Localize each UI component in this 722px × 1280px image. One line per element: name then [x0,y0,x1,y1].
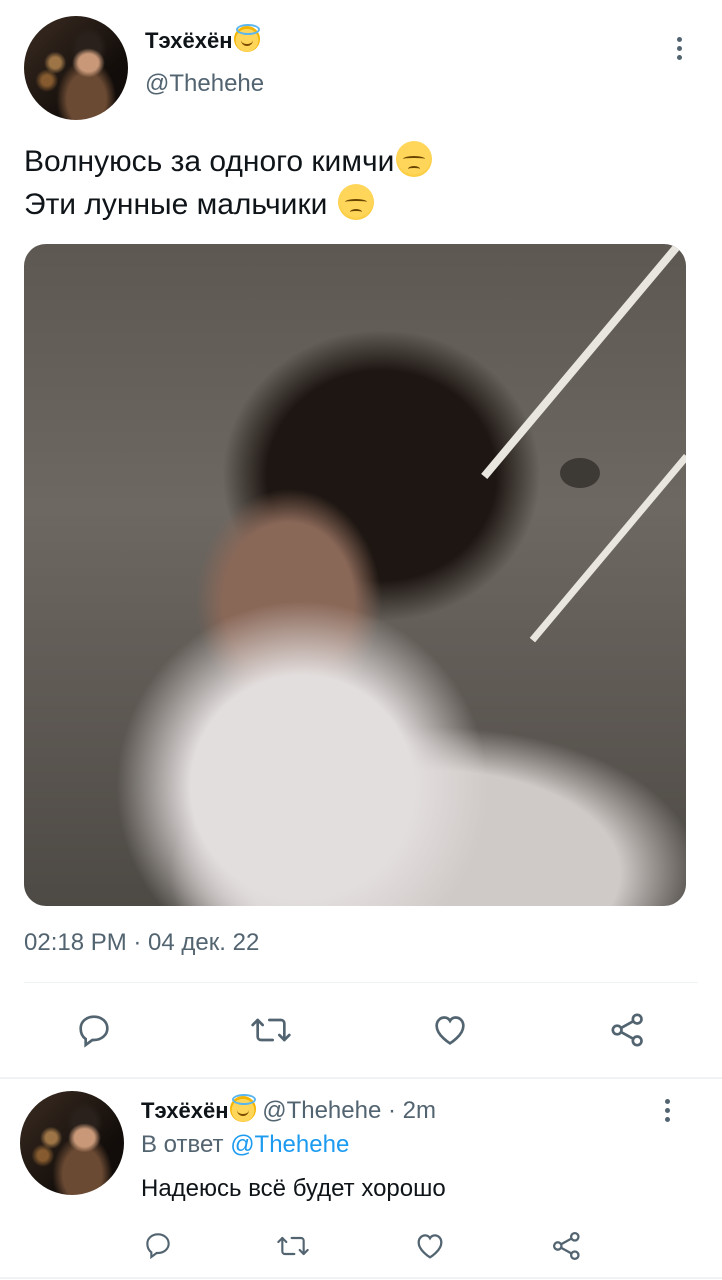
like-heart-icon[interactable] [430,1010,470,1050]
reply-like-heart-icon[interactable] [413,1229,447,1263]
reply-header: Тэхёхён @Thehehe · 2m [141,1094,436,1125]
reply-author-avatar[interactable] [20,1091,124,1195]
bottom-separator [0,1277,722,1279]
ceiling-light-strip [481,244,681,479]
reply-retweet-icon[interactable] [275,1230,311,1262]
reply-icon[interactable] [74,1010,114,1050]
retweet-icon[interactable] [249,1010,293,1050]
tweet-timestamp[interactable]: 02:18 PM · 04 дек. 22 [24,929,259,957]
reply-author-display-name[interactable]: Тэхёхён [141,1098,229,1123]
tweet-text-line-1: Волнуюсь за одного кимчи [24,140,433,183]
reply-author-handle[interactable]: @Thehehe [262,1097,381,1124]
pensive-face-icon [337,184,374,220]
author-handle[interactable]: @Thehehe [145,70,264,98]
reply-to-prefix: В ответ [141,1131,224,1158]
reply-reply-icon[interactable] [142,1229,174,1261]
halo-emoji-icon [229,1094,256,1122]
reply-text: Надеюсь всё будет хорошо [141,1175,446,1202]
share-icon[interactable] [608,1010,648,1050]
tweet-text-line-2: Эти лунные мальчики [24,183,432,226]
pensive-face-icon [396,141,433,177]
tweet-photo[interactable] [24,244,686,906]
reply-more-options-icon[interactable] [665,1099,670,1126]
author-avatar[interactable] [24,16,128,120]
reply-share-icon[interactable] [550,1229,584,1263]
reply-time: · 2m [387,1097,436,1124]
reply-to-handle-link[interactable]: @Thehehe [230,1131,349,1158]
tweet-text: Волнуюсь за одного кимчи Эти лунные маль… [24,140,433,226]
ceiling-fixture [560,458,600,488]
ceiling-light-strip [529,454,686,643]
author-name-row[interactable]: Тэхёхён [145,24,260,54]
halo-emoji-icon [233,24,260,52]
divider [24,982,698,983]
author-display-name[interactable]: Тэхёхён [145,28,233,53]
more-options-icon[interactable] [677,37,682,64]
reply-to-line: В ответ @Thehehe [141,1131,349,1159]
section-separator [0,1077,722,1079]
